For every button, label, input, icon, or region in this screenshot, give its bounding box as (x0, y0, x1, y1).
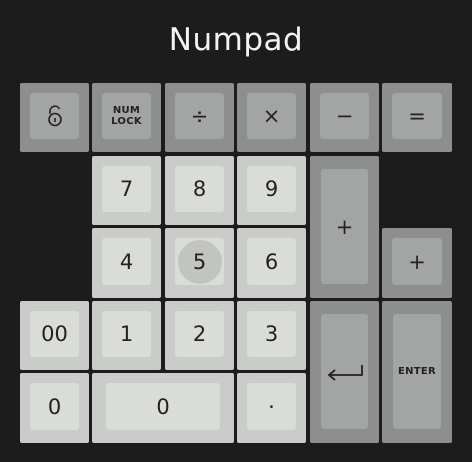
key-8[interactable]: 8 (165, 156, 234, 225)
minus-key[interactable]: − (310, 83, 379, 152)
plus-tall-label: + (335, 214, 354, 239)
key-0-small-label: 0 (47, 394, 62, 419)
num-lock-line2: LOCK (111, 116, 142, 127)
num-lock-line1: NUM (112, 105, 141, 116)
num-lock-key[interactable]: NUM LOCK (92, 83, 161, 152)
key-9[interactable]: 9 (237, 156, 306, 225)
enter-label: ENTER (397, 366, 437, 377)
key-4[interactable]: 4 (92, 228, 161, 298)
key-2-label: 2 (192, 322, 207, 346)
key-7-label: 7 (119, 177, 134, 201)
decimal-key[interactable]: · (237, 373, 306, 443)
decimal-label: · (268, 394, 275, 419)
lock-key[interactable] (20, 83, 89, 152)
window-title: Numpad (168, 22, 304, 58)
key-0-wide-label: 0 (156, 394, 170, 419)
key-7[interactable]: 7 (92, 156, 161, 225)
key-1-label: 1 (119, 322, 134, 346)
return-key[interactable] (310, 301, 379, 443)
key-4-label: 4 (119, 249, 134, 274)
divide-label: ÷ (190, 104, 209, 128)
numpad-window: Numpad NUM LOCK ÷ × − = 7 8 9 + 4 5 6 + … (0, 0, 472, 462)
key-5[interactable]: 5 (165, 228, 234, 298)
key-0-wide[interactable]: 0 (92, 373, 234, 443)
unlock-icon (45, 105, 65, 127)
key-5-label: 5 (192, 249, 207, 274)
enter-key[interactable]: ENTER (382, 301, 452, 443)
key-3-label: 3 (264, 322, 279, 346)
key-00-label: 00 (41, 322, 68, 346)
num-lock-label: NUM LOCK (111, 105, 142, 127)
equals-key[interactable]: = (382, 83, 452, 152)
key-9-label: 9 (264, 177, 279, 201)
multiply-label: × (262, 104, 281, 128)
minus-label: − (335, 104, 354, 128)
divide-key[interactable]: ÷ (165, 83, 234, 152)
key-1[interactable]: 1 (92, 301, 161, 370)
key-5-homing-dot: 5 (177, 239, 222, 284)
plus-tall-key[interactable]: + (310, 156, 379, 298)
plus-small-key[interactable]: + (382, 228, 452, 298)
return-arrow-icon (326, 363, 364, 381)
key-2[interactable]: 2 (165, 301, 234, 370)
key-0-small[interactable]: 0 (20, 373, 89, 443)
plus-small-label: + (408, 249, 426, 274)
key-3[interactable]: 3 (237, 301, 306, 370)
key-6[interactable]: 6 (237, 228, 306, 298)
key-8-label: 8 (192, 177, 207, 201)
multiply-key[interactable]: × (237, 83, 306, 152)
equals-label: = (408, 104, 426, 128)
key-00[interactable]: 00 (20, 301, 89, 370)
key-6-label: 6 (264, 249, 279, 274)
